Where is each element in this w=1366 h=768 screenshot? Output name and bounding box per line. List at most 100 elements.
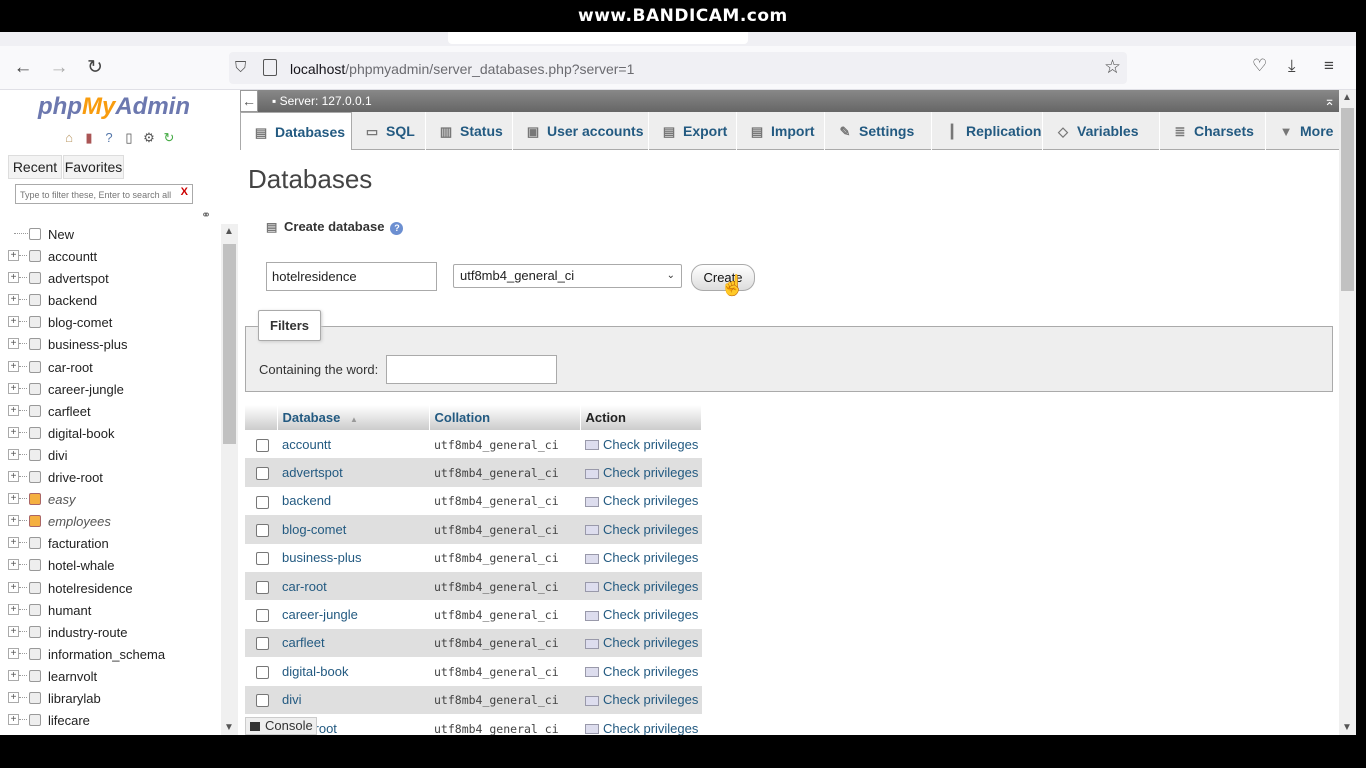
- scroll-down-icon[interactable]: ▼: [224, 722, 234, 733]
- docs-icon[interactable]: ▯: [121, 130, 137, 146]
- tree-item-db[interactable]: + easy: [8, 489, 218, 511]
- tab-status[interactable]: ▥ Status: [426, 112, 513, 150]
- back-arrow-icon[interactable]: ←: [11, 56, 35, 80]
- tree-db-label[interactable]: humant: [48, 603, 91, 618]
- settings-gear-icon[interactable]: ⚙: [141, 130, 157, 146]
- tree-db-label[interactable]: carfleet: [48, 404, 91, 419]
- reload-icon[interactable]: ↻: [83, 56, 107, 80]
- tree-db-label[interactable]: lifecare: [48, 713, 90, 728]
- db-link[interactable]: backend: [282, 493, 331, 508]
- expand-icon[interactable]: +: [8, 448, 19, 460]
- tree-db-label[interactable]: business-plus: [48, 337, 128, 352]
- tree-db-label[interactable]: employees: [48, 514, 111, 529]
- row-checkbox[interactable]: [256, 637, 269, 651]
- check-privileges-link[interactable]: Check privileges: [603, 550, 698, 565]
- expand-icon[interactable]: +: [8, 426, 19, 438]
- home-icon[interactable]: ⌂: [61, 130, 77, 146]
- tree-db-label[interactable]: blog-comet: [48, 315, 112, 330]
- expand-icon[interactable]: +: [8, 338, 19, 350]
- tree-db-label[interactable]: drive-root: [48, 470, 103, 485]
- tree-item-db[interactable]: + digital-book: [8, 423, 218, 445]
- forward-arrow-icon[interactable]: →: [47, 56, 71, 80]
- check-privileges-link[interactable]: Check privileges: [603, 635, 698, 650]
- shield-icon[interactable]: ⛉: [235, 59, 253, 77]
- expand-icon[interactable]: +: [8, 581, 19, 593]
- tree-item-db[interactable]: + accountt: [8, 246, 218, 268]
- expand-icon[interactable]: +: [8, 250, 19, 262]
- tree-item-db[interactable]: + employees: [8, 511, 218, 533]
- tab-variables[interactable]: ◇ Variables: [1043, 112, 1160, 150]
- expand-icon[interactable]: +: [8, 471, 19, 483]
- expand-icon[interactable]: +: [8, 316, 19, 328]
- expand-icon[interactable]: +: [8, 404, 19, 416]
- check-privileges-link[interactable]: Check privileges: [603, 721, 698, 735]
- recent-tab[interactable]: Recent: [8, 155, 62, 179]
- db-link[interactable]: career-jungle: [282, 607, 358, 622]
- navigation-scrollbar[interactable]: ▲ ▼: [221, 224, 238, 735]
- containing-word-input[interactable]: [386, 355, 557, 384]
- tree-db-label[interactable]: divi: [48, 448, 68, 463]
- db-link[interactable]: business-plus: [282, 550, 362, 565]
- refresh-icon[interactable]: ↻: [161, 130, 177, 146]
- expand-icon[interactable]: +: [8, 272, 19, 284]
- scroll-up-icon[interactable]: ▲: [1342, 92, 1352, 103]
- tab-import[interactable]: ▤ Import: [737, 112, 825, 150]
- tree-db-label[interactable]: car-root: [48, 360, 93, 375]
- scroll-thumb[interactable]: [223, 244, 236, 444]
- db-link[interactable]: advertspot: [282, 465, 343, 480]
- pocket-icon[interactable]: ♡: [1252, 56, 1267, 76]
- expand-icon[interactable]: +: [8, 493, 19, 505]
- collapse-nav-icon[interactable]: ←: [240, 90, 258, 112]
- filter-input[interactable]: [16, 186, 176, 204]
- tab-export[interactable]: ▤ Export: [649, 112, 737, 150]
- db-link[interactable]: carfleet: [282, 635, 325, 650]
- check-privileges-link[interactable]: Check privileges: [603, 437, 698, 452]
- db-link[interactable]: divi: [282, 692, 302, 707]
- check-privileges-link[interactable]: Check privileges: [603, 607, 698, 622]
- row-checkbox[interactable]: [256, 609, 269, 623]
- tree-item-db[interactable]: + advertspot: [8, 268, 218, 290]
- expand-icon[interactable]: +: [8, 669, 19, 681]
- tree-db-label[interactable]: career-jungle: [48, 382, 124, 397]
- expand-icon[interactable]: +: [8, 714, 19, 726]
- help-icon[interactable]: ?: [390, 222, 404, 235]
- tree-item-db[interactable]: + business-plus: [8, 334, 218, 356]
- database-name-input[interactable]: [266, 262, 437, 291]
- tree-db-label[interactable]: advertspot: [48, 271, 109, 286]
- clear-filter-icon[interactable]: X: [181, 186, 188, 198]
- expand-icon[interactable]: +: [8, 515, 19, 527]
- tree-item-db[interactable]: + lifecare: [8, 710, 218, 732]
- tree-item-db[interactable]: + career-jungle: [8, 379, 218, 401]
- tree-item-db[interactable]: + information_schema: [8, 644, 218, 666]
- tree-db-label[interactable]: easy: [48, 492, 75, 507]
- tree-db-label[interactable]: librarylab: [48, 691, 101, 706]
- menu-icon[interactable]: ≡: [1324, 56, 1334, 76]
- db-link[interactable]: digital-book: [282, 664, 349, 679]
- tab-replication[interactable]: ┃ Replication: [932, 112, 1043, 150]
- tree-item-db[interactable]: + industry-route: [8, 622, 218, 644]
- tree-db-label[interactable]: industry-route: [48, 625, 127, 640]
- server-link[interactable]: ▪ Server: 127.0.0.1: [272, 94, 372, 108]
- tree-db-label[interactable]: digital-book: [48, 426, 115, 441]
- expand-icon[interactable]: +: [8, 625, 19, 637]
- tree-item-db[interactable]: + humant: [8, 600, 218, 622]
- tree-db-label[interactable]: information_schema: [48, 647, 165, 662]
- scroll-down-icon[interactable]: ▼: [1342, 722, 1352, 733]
- tab-sql[interactable]: ▭ SQL: [352, 112, 426, 150]
- help-icon[interactable]: ?: [101, 130, 117, 146]
- logout-icon[interactable]: ▮: [81, 130, 97, 146]
- header-collation[interactable]: Collation: [429, 405, 581, 430]
- tree-db-label[interactable]: hotelresidence: [48, 581, 133, 596]
- tree-db-label[interactable]: facturation: [48, 536, 109, 551]
- row-checkbox[interactable]: [256, 467, 269, 481]
- tree-item-db[interactable]: + carfleet: [8, 401, 218, 423]
- browser-tab[interactable]: [448, 32, 748, 44]
- row-checkbox[interactable]: [256, 580, 269, 594]
- tree-item-db[interactable]: + backend: [8, 290, 218, 312]
- tree-item-db[interactable]: + librarylab: [8, 688, 218, 710]
- tree-item-db[interactable]: + car-root: [8, 357, 218, 379]
- expand-icon[interactable]: +: [8, 537, 19, 549]
- phpmyadmin-logo[interactable]: phpMyAdmin: [38, 93, 190, 121]
- tree-db-label[interactable]: learnvolt: [48, 669, 97, 684]
- expand-icon[interactable]: +: [8, 647, 19, 659]
